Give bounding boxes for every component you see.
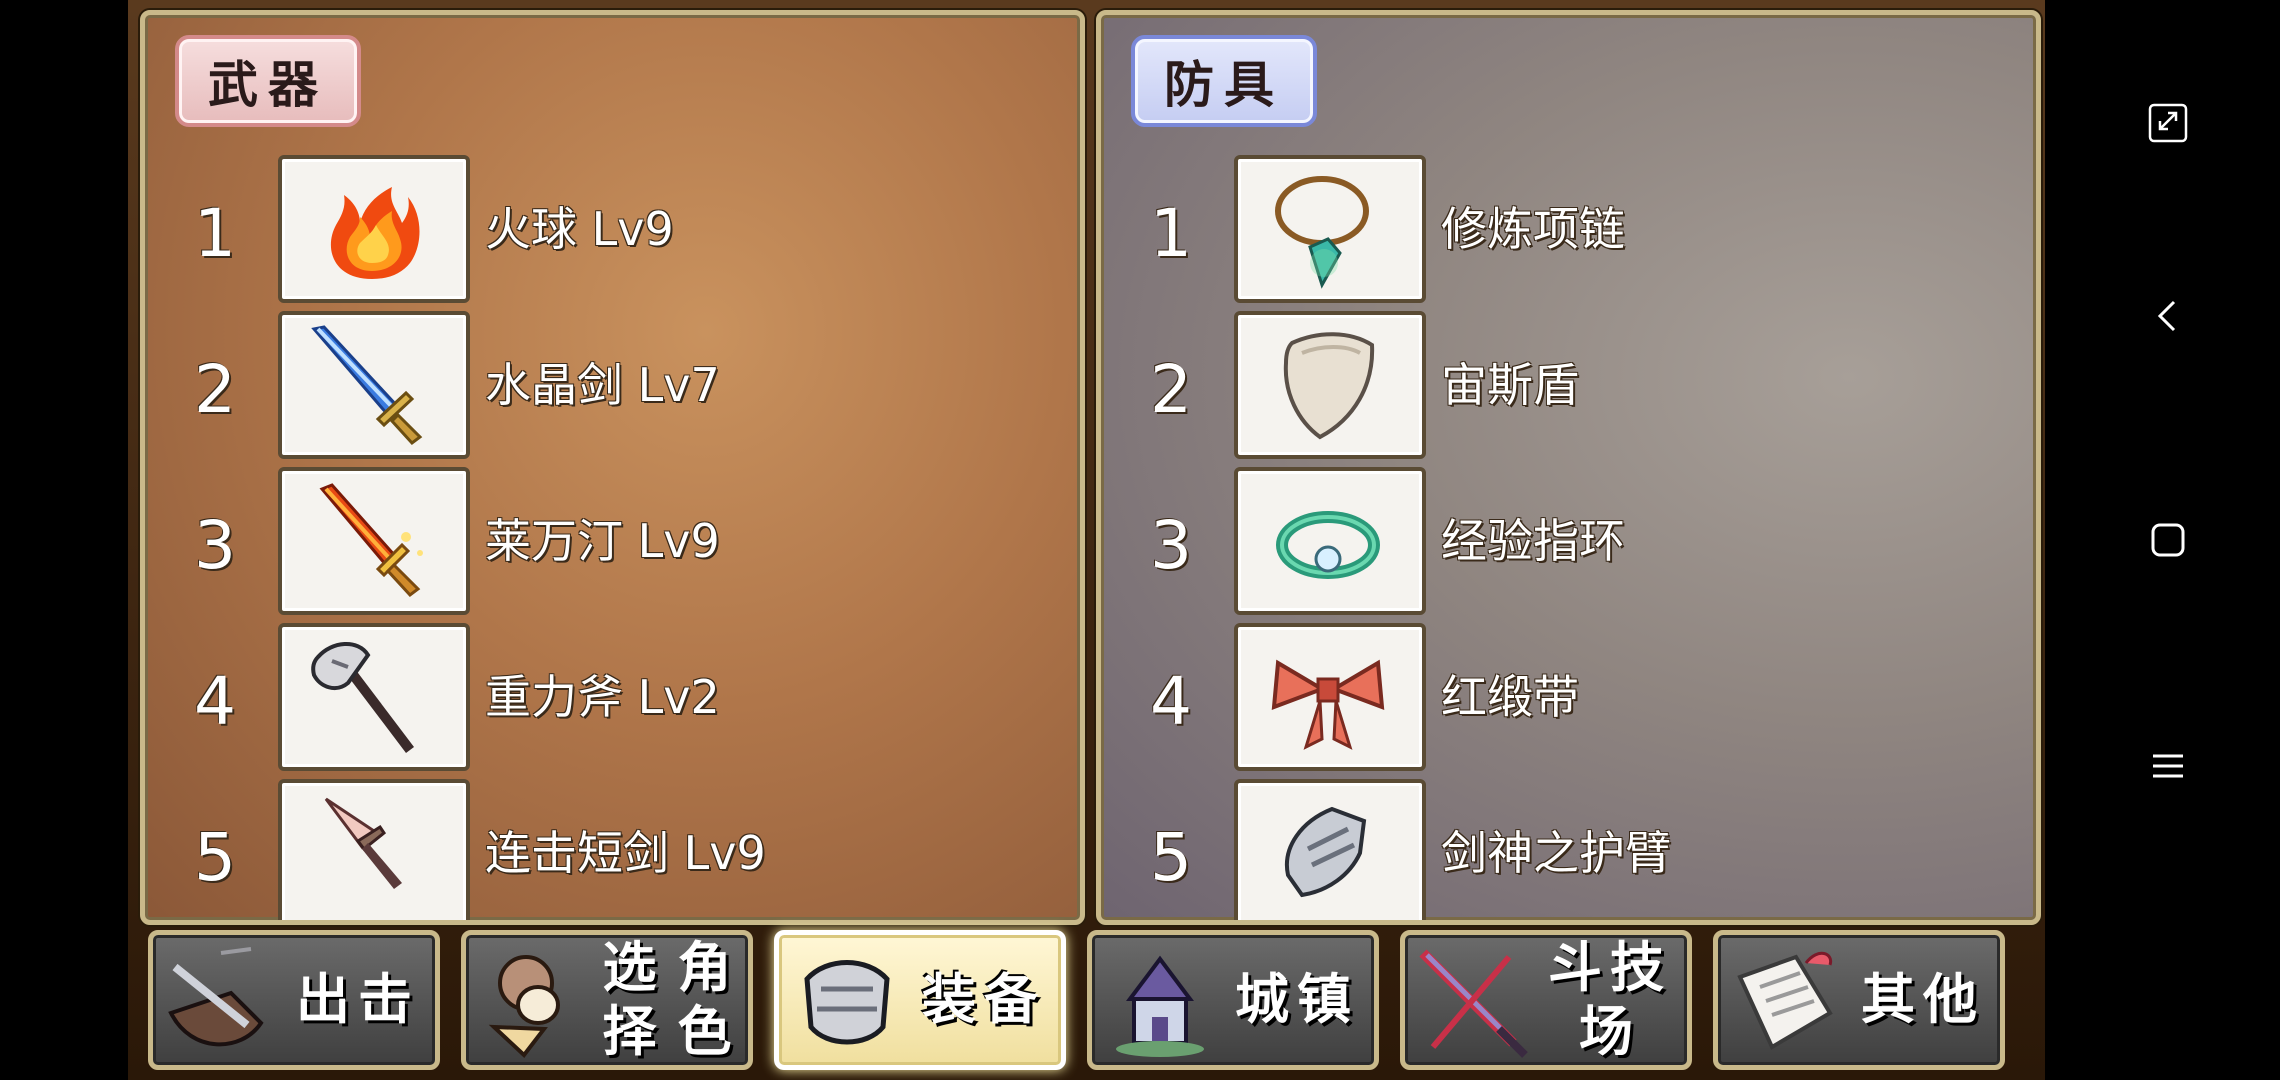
scroll-icon xyxy=(1737,951,1833,1050)
armor-slot-1[interactable]: 1 修炼项链 xyxy=(1101,155,2036,305)
home-button[interactable] xyxy=(2140,512,2196,568)
slot-number: 5 xyxy=(1150,819,1192,896)
tab-label-line-1: 选择 xyxy=(602,936,665,1063)
armor-name: 剑神之护臂 xyxy=(1441,826,1671,880)
character-icon xyxy=(488,955,560,1058)
armor-name: 修炼项链 xyxy=(1441,202,1625,256)
weapon-slot-1[interactable]: 1 火球 Lv9 xyxy=(145,155,1080,305)
necklace-icon xyxy=(1275,176,1369,289)
weapon-name: 连击短剑 Lv9 xyxy=(485,826,766,880)
fireball-icon xyxy=(330,187,420,279)
slot-number: 3 xyxy=(194,507,236,584)
armor-slot-4[interactable]: 4 红缎带 xyxy=(1101,623,2036,773)
weapon-slot-5[interactable]: 5 连击短剑 Lv9 xyxy=(145,779,1080,920)
weapons-panel: 武器 1 火球 Lv9 2 水晶剑 Lv7 3 莱万汀 Lv9 4 重力斧 Lv… xyxy=(140,10,1085,925)
armor-name: 宙斯盾 xyxy=(1441,358,1579,412)
armor-name: 经验指环 xyxy=(1441,514,1625,568)
fullscreen-icon xyxy=(2148,103,2188,143)
weapon-slot-4[interactable]: 4 重力斧 Lv2 xyxy=(145,623,1080,773)
arena-icon xyxy=(1419,949,1528,1058)
armor-slot-2[interactable]: 2 宙斯盾 xyxy=(1101,311,2036,461)
tab-arena[interactable]: 斗技场 xyxy=(1400,930,1692,1070)
gauntlet-icon xyxy=(1284,806,1367,898)
slot-number: 5 xyxy=(194,819,236,896)
back-icon xyxy=(2157,300,2176,332)
menu-icon xyxy=(2153,754,2183,778)
town-icon xyxy=(1116,955,1204,1057)
armor-icon xyxy=(804,960,890,1045)
slot-number: 2 xyxy=(194,351,236,428)
tab-label: 城镇 xyxy=(1235,968,1359,1031)
crystal-sword-icon xyxy=(311,325,423,446)
tab-sortie[interactable]: 出击 xyxy=(148,930,440,1070)
weapon-slot-3[interactable]: 3 莱万汀 Lv9 xyxy=(145,467,1080,617)
armor-panel: 防具 1 修炼项链 2 宙斯盾 3 经验指环 4 红缎带 5 剑神之护臂 xyxy=(1096,10,2041,925)
slot-number: 3 xyxy=(1150,507,1192,584)
tab-label: 装备 xyxy=(922,968,1046,1031)
weapon-name: 莱万汀 Lv9 xyxy=(485,514,720,568)
bottom-tab-bar: 出击 选择 角色 装备 城镇 斗技场 其他 xyxy=(148,930,2028,1070)
weapon-slot-2[interactable]: 2 水晶剑 Lv7 xyxy=(145,311,1080,461)
slot-number: 2 xyxy=(1150,351,1192,428)
slot-number: 4 xyxy=(194,663,236,740)
armor-name: 红缎带 xyxy=(1441,670,1579,724)
dagger-icon xyxy=(324,797,402,889)
fullscreen-button[interactable] xyxy=(2140,95,2196,151)
ring-icon xyxy=(1276,511,1380,579)
armor-tag: 防具 xyxy=(1131,35,1317,127)
tab-label: 出击 xyxy=(296,968,420,1031)
tab-label: 选择 角色 xyxy=(596,935,746,1065)
tab-label: 斗技场 xyxy=(1548,936,1672,1063)
tab-label-line-2: 角色 xyxy=(677,936,740,1063)
home-icon xyxy=(2151,523,2185,557)
recent-apps-button[interactable] xyxy=(2140,738,2196,794)
slot-number: 1 xyxy=(194,195,236,272)
flame-sword-icon xyxy=(319,483,423,598)
slot-number: 1 xyxy=(1150,195,1192,272)
tab-town[interactable]: 城镇 xyxy=(1087,930,1379,1070)
ribbon-icon xyxy=(1271,659,1385,750)
armor-slot-5[interactable]: 5 剑神之护臂 xyxy=(1101,779,2036,920)
tab-other[interactable]: 其他 xyxy=(1713,930,2005,1070)
back-button[interactable] xyxy=(2140,288,2196,344)
armor-slot-3[interactable]: 3 经验指环 xyxy=(1101,467,2036,617)
sortie-icon xyxy=(168,947,264,1047)
tab-label: 其他 xyxy=(1861,968,1985,1031)
tab-select-character[interactable]: 选择 角色 xyxy=(461,930,753,1070)
weapon-name: 水晶剑 Lv7 xyxy=(485,358,720,412)
slot-number: 4 xyxy=(1150,663,1192,740)
weapons-tag: 武器 xyxy=(175,35,361,127)
axe-icon xyxy=(311,641,414,753)
weapon-name: 重力斧 Lv2 xyxy=(485,670,720,724)
tab-equipment[interactable]: 装备 xyxy=(774,930,1066,1070)
game-screen: 武器 1 火球 Lv9 2 水晶剑 Lv7 3 莱万汀 Lv9 4 重力斧 Lv… xyxy=(128,0,2045,1080)
shield-icon xyxy=(1283,332,1375,440)
weapon-name: 火球 Lv9 xyxy=(485,202,674,256)
